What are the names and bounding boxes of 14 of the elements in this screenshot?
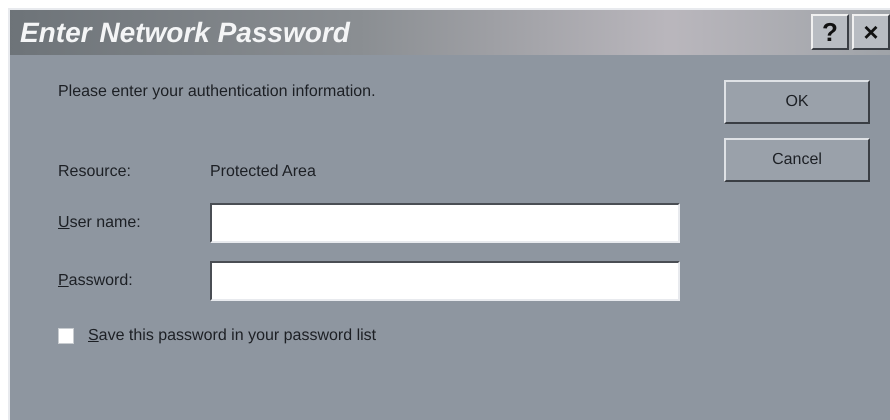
cancel-button[interactable]: Cancel xyxy=(724,138,870,182)
field-label: Password: xyxy=(58,272,134,290)
resource-label: Resource: xyxy=(58,163,132,181)
checkbox-label: Save this password in your password list xyxy=(88,327,376,345)
username-field[interactable] xyxy=(210,203,680,243)
prompt-text: Please enter your authentication information. xyxy=(58,83,377,101)
close-button[interactable]: × xyxy=(852,14,890,50)
window-title: Enter Network Password xyxy=(20,16,350,48)
password-field[interactable] xyxy=(210,261,680,301)
save-password-checkbox[interactable] xyxy=(58,328,74,344)
ok-button[interactable]: OK xyxy=(724,80,870,124)
help-button[interactable]: ? xyxy=(811,14,849,50)
resource-value: Protected Area xyxy=(210,163,316,181)
field-label: User name: xyxy=(58,214,142,232)
